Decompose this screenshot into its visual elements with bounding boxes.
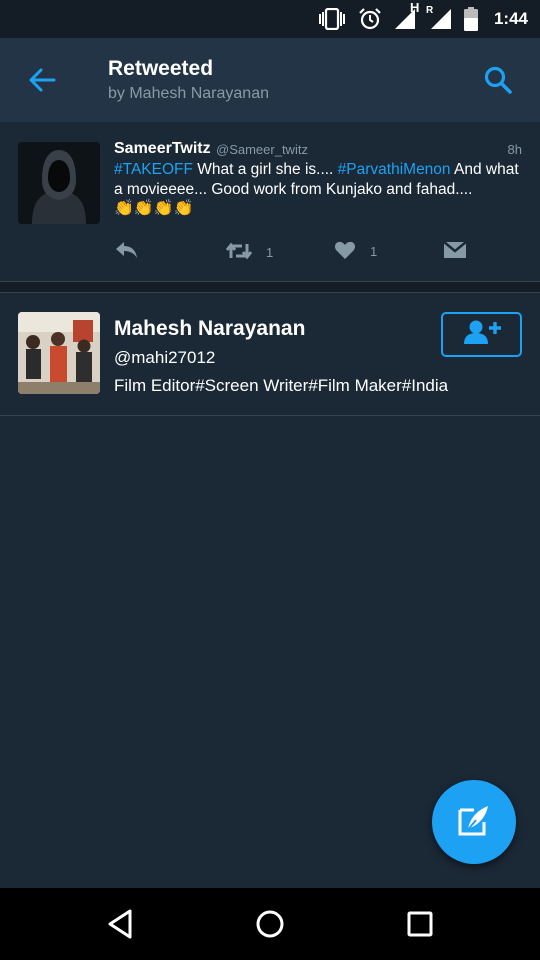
network-type-label: H bbox=[409, 0, 420, 15]
reply-icon bbox=[114, 240, 138, 263]
like-button[interactable]: 1 bbox=[334, 240, 377, 263]
tweet-actions: 1 1 bbox=[114, 240, 524, 270]
search-icon[interactable] bbox=[482, 64, 514, 96]
tweet-emoji-text: 👏👏👏👏 bbox=[114, 200, 194, 217]
signal-roaming-icon: H R bbox=[410, 0, 452, 30]
page-title: Retweeted bbox=[108, 57, 214, 80]
tweet-author-name[interactable]: SameerTwitz bbox=[114, 140, 211, 158]
recents-square-icon[interactable] bbox=[402, 906, 438, 942]
hashtag-link[interactable]: #ParvathiMenon bbox=[338, 161, 451, 178]
status-bar: H R 1:44 bbox=[0, 0, 540, 38]
back-arrow-icon[interactable] bbox=[26, 64, 58, 96]
compose-tweet-icon bbox=[456, 802, 492, 843]
user-bio: Film Editor#Screen Writer#Film Maker#Ind… bbox=[114, 376, 449, 395]
user-handle: @mahi27012 bbox=[114, 348, 216, 367]
retweet-button[interactable]: 1 bbox=[225, 240, 274, 265]
system-nav-bar bbox=[0, 888, 540, 960]
user-card[interactable]: Mahesh Narayanan @mahi27012 Film Editor#… bbox=[0, 293, 540, 416]
home-circle-icon[interactable] bbox=[252, 906, 288, 942]
app-bar: Retweeted by Mahesh Narayanan bbox=[0, 38, 540, 122]
vibrate-icon bbox=[318, 8, 346, 30]
section-divider bbox=[0, 282, 540, 293]
retweet-icon bbox=[225, 240, 253, 265]
back-triangle-icon[interactable] bbox=[102, 906, 138, 942]
reply-button[interactable] bbox=[114, 240, 138, 263]
direct-message-icon bbox=[443, 240, 467, 263]
tweet-timestamp: 8h bbox=[507, 142, 522, 157]
tweet-text: #TAKEOFF What a girl she is.... #Parvath… bbox=[114, 160, 526, 200]
page-subtitle: by Mahesh Narayanan bbox=[108, 85, 269, 102]
add-user-icon bbox=[462, 319, 502, 350]
retweet-count: 1 bbox=[266, 245, 274, 260]
battery-icon bbox=[463, 7, 478, 31]
alarm-icon bbox=[358, 7, 382, 31]
clock-time: 1:44 bbox=[493, 9, 528, 28]
like-count: 1 bbox=[370, 244, 378, 259]
tweet-author-handle: @Sameer_twitz bbox=[216, 142, 308, 157]
roaming-label: R bbox=[425, 5, 434, 16]
user-name[interactable]: Mahesh Narayanan bbox=[114, 317, 305, 341]
tweet-text-part: What a girl she is.... bbox=[192, 161, 338, 178]
hashtag-link[interactable]: #TAKEOFF bbox=[114, 161, 193, 178]
direct-message-button[interactable] bbox=[443, 240, 467, 263]
tweet-emoji: 👏👏👏👏 bbox=[114, 198, 194, 218]
tweet-card[interactable]: SameerTwitz @Sameer_twitz 8h #TAKEOFF Wh… bbox=[0, 122, 540, 282]
compose-tweet-button[interactable] bbox=[432, 780, 516, 864]
follow-button[interactable] bbox=[441, 312, 522, 357]
tweet-author-avatar[interactable] bbox=[18, 142, 100, 224]
heart-icon bbox=[334, 240, 356, 263]
user-avatar[interactable] bbox=[18, 312, 100, 394]
